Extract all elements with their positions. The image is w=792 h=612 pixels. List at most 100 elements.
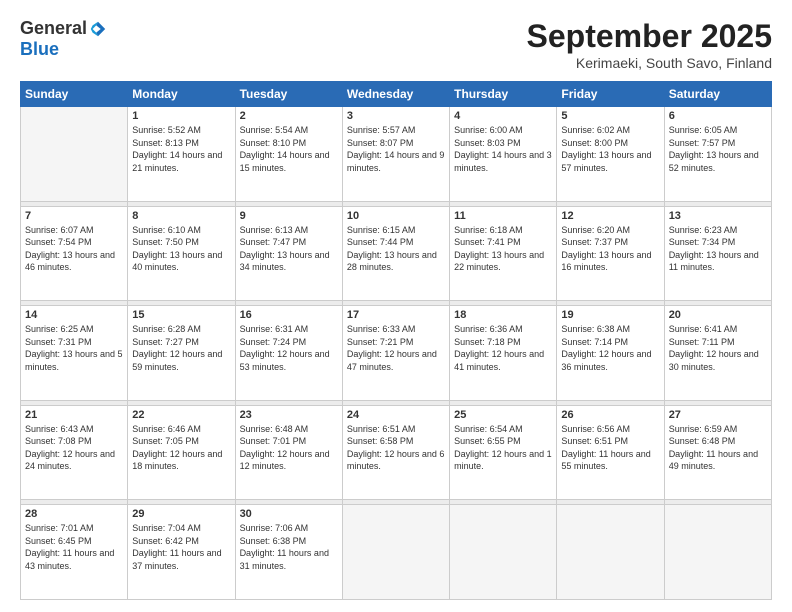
day-cell: 30 Sunrise: 7:06 AMSunset: 6:38 PMDayligh… — [235, 505, 342, 600]
day-cell: 29 Sunrise: 7:04 AMSunset: 6:42 PMDayligh… — [128, 505, 235, 600]
day-number: 6 — [669, 110, 767, 122]
day-info: Sunrise: 5:52 AMSunset: 8:13 PMDaylight:… — [132, 124, 230, 174]
day-info: Sunrise: 6:10 AMSunset: 7:50 PMDaylight:… — [132, 224, 230, 274]
day-info: Sunrise: 6:02 AMSunset: 8:00 PMDaylight:… — [561, 124, 659, 174]
day-cell: 25 Sunrise: 6:54 AMSunset: 6:55 PMDayligh… — [450, 405, 557, 500]
day-cell: 10 Sunrise: 6:15 AMSunset: 7:44 PMDayligh… — [342, 206, 449, 301]
day-cell: 14 Sunrise: 6:25 AMSunset: 7:31 PMDayligh… — [21, 306, 128, 401]
day-info: Sunrise: 5:57 AMSunset: 8:07 PMDaylight:… — [347, 124, 445, 174]
day-cell: 17 Sunrise: 6:33 AMSunset: 7:21 PMDayligh… — [342, 306, 449, 401]
day-info: Sunrise: 6:05 AMSunset: 7:57 PMDaylight:… — [669, 124, 767, 174]
day-cell: 8 Sunrise: 6:10 AMSunset: 7:50 PMDaylight… — [128, 206, 235, 301]
day-cell: 5 Sunrise: 6:02 AMSunset: 8:00 PMDaylight… — [557, 107, 664, 202]
day-number: 13 — [669, 210, 767, 222]
day-info: Sunrise: 6:13 AMSunset: 7:47 PMDaylight:… — [240, 224, 338, 274]
logo-icon — [89, 20, 107, 38]
week-row-1: 7Sunrise: 6:07 AMSunset: 7:54 PMDaylight… — [21, 206, 772, 301]
day-info: Sunrise: 6:46 AMSunset: 7:05 PMDaylight:… — [132, 423, 230, 473]
day-cell: 12 Sunrise: 6:20 AMSunset: 7:37 PMDayligh… — [557, 206, 664, 301]
day-number: 12 — [561, 210, 659, 222]
day-info: Sunrise: 6:00 AMSunset: 8:03 PMDaylight:… — [454, 124, 552, 174]
logo-general: General — [20, 18, 87, 39]
day-number: 28 — [25, 508, 123, 520]
header-saturday: Saturday — [664, 82, 771, 107]
day-info: Sunrise: 6:07 AMSunset: 7:54 PMDaylight:… — [25, 224, 123, 274]
day-cell: 28 Sunrise: 7:01 AMSunset: 6:45 PMDayligh… — [21, 505, 128, 600]
day-info: Sunrise: 6:59 AMSunset: 6:48 PMDaylight:… — [669, 423, 767, 473]
day-cell: 7Sunrise: 6:07 AMSunset: 7:54 PMDaylight… — [21, 206, 128, 301]
day-number: 30 — [240, 508, 338, 520]
day-info: Sunrise: 6:43 AMSunset: 7:08 PMDaylight:… — [25, 423, 123, 473]
header-wednesday: Wednesday — [342, 82, 449, 107]
week-row-0: 1 Sunrise: 5:52 AMSunset: 8:13 PMDaylight… — [21, 107, 772, 202]
day-info: Sunrise: 6:56 AMSunset: 6:51 PMDaylight:… — [561, 423, 659, 473]
weekday-header-row: Sunday Monday Tuesday Wednesday Thursday… — [21, 82, 772, 107]
day-number: 24 — [347, 409, 445, 421]
day-info: Sunrise: 6:41 AMSunset: 7:11 PMDaylight:… — [669, 323, 767, 373]
day-cell: 23Sunrise: 6:48 AMSunset: 7:01 PMDayligh… — [235, 405, 342, 500]
day-number: 27 — [669, 409, 767, 421]
day-info: Sunrise: 6:31 AMSunset: 7:24 PMDaylight:… — [240, 323, 338, 373]
header-thursday: Thursday — [450, 82, 557, 107]
header-friday: Friday — [557, 82, 664, 107]
day-number: 3 — [347, 110, 445, 122]
day-cell: 27 Sunrise: 6:59 AMSunset: 6:48 PMDayligh… — [664, 405, 771, 500]
day-info: Sunrise: 6:48 AMSunset: 7:01 PMDaylight:… — [240, 423, 338, 473]
day-cell: 19 Sunrise: 6:38 AMSunset: 7:14 PMDayligh… — [557, 306, 664, 401]
day-cell — [342, 505, 449, 600]
day-number: 8 — [132, 210, 230, 222]
day-cell: 15Sunrise: 6:28 AMSunset: 7:27 PMDayligh… — [128, 306, 235, 401]
day-number: 17 — [347, 309, 445, 321]
day-info: Sunrise: 6:38 AMSunset: 7:14 PMDaylight:… — [561, 323, 659, 373]
day-number: 19 — [561, 309, 659, 321]
day-info: Sunrise: 6:18 AMSunset: 7:41 PMDaylight:… — [454, 224, 552, 274]
day-cell — [450, 505, 557, 600]
day-cell: 9Sunrise: 6:13 AMSunset: 7:47 PMDaylight… — [235, 206, 342, 301]
header-tuesday: Tuesday — [235, 82, 342, 107]
logo-blue: Blue — [20, 39, 59, 60]
header: General Blue September 2025 Kerimaeki, S… — [20, 18, 772, 71]
day-info: Sunrise: 7:01 AMSunset: 6:45 PMDaylight:… — [25, 522, 123, 572]
day-cell: 3 Sunrise: 5:57 AMSunset: 8:07 PMDaylight… — [342, 107, 449, 202]
header-sunday: Sunday — [21, 82, 128, 107]
day-cell: 24Sunrise: 6:51 AMSunset: 6:58 PMDayligh… — [342, 405, 449, 500]
day-info: Sunrise: 6:15 AMSunset: 7:44 PMDaylight:… — [347, 224, 445, 274]
day-info: Sunrise: 6:33 AMSunset: 7:21 PMDaylight:… — [347, 323, 445, 373]
location: Kerimaeki, South Savo, Finland — [527, 55, 772, 71]
day-number: 4 — [454, 110, 552, 122]
day-info: Sunrise: 7:04 AMSunset: 6:42 PMDaylight:… — [132, 522, 230, 572]
day-number: 1 — [132, 110, 230, 122]
day-number: 5 — [561, 110, 659, 122]
day-number: 16 — [240, 309, 338, 321]
day-cell: 18Sunrise: 6:36 AMSunset: 7:18 PMDayligh… — [450, 306, 557, 401]
day-number: 10 — [347, 210, 445, 222]
day-info: Sunrise: 5:54 AMSunset: 8:10 PMDaylight:… — [240, 124, 338, 174]
day-number: 2 — [240, 110, 338, 122]
week-row-2: 14 Sunrise: 6:25 AMSunset: 7:31 PMDayligh… — [21, 306, 772, 401]
day-number: 20 — [669, 309, 767, 321]
day-number: 25 — [454, 409, 552, 421]
day-number: 14 — [25, 309, 123, 321]
title-block: September 2025 Kerimaeki, South Savo, Fi… — [527, 18, 772, 71]
day-cell: 6 Sunrise: 6:05 AMSunset: 7:57 PMDaylight… — [664, 107, 771, 202]
day-cell: 13 Sunrise: 6:23 AMSunset: 7:34 PMDayligh… — [664, 206, 771, 301]
day-info: Sunrise: 6:20 AMSunset: 7:37 PMDaylight:… — [561, 224, 659, 274]
day-cell: 1 Sunrise: 5:52 AMSunset: 8:13 PMDaylight… — [128, 107, 235, 202]
calendar: Sunday Monday Tuesday Wednesday Thursday… — [20, 81, 772, 600]
day-number: 29 — [132, 508, 230, 520]
day-info: Sunrise: 6:36 AMSunset: 7:18 PMDaylight:… — [454, 323, 552, 373]
day-info: Sunrise: 7:06 AMSunset: 6:38 PMDaylight:… — [240, 522, 338, 572]
week-row-3: 21Sunrise: 6:43 AMSunset: 7:08 PMDayligh… — [21, 405, 772, 500]
day-cell — [557, 505, 664, 600]
day-info: Sunrise: 6:23 AMSunset: 7:34 PMDaylight:… — [669, 224, 767, 274]
day-cell: 4 Sunrise: 6:00 AMSunset: 8:03 PMDaylight… — [450, 107, 557, 202]
day-info: Sunrise: 6:25 AMSunset: 7:31 PMDaylight:… — [25, 323, 123, 373]
day-info: Sunrise: 6:54 AMSunset: 6:55 PMDaylight:… — [454, 423, 552, 473]
day-number: 22 — [132, 409, 230, 421]
day-cell: 20 Sunrise: 6:41 AMSunset: 7:11 PMDayligh… — [664, 306, 771, 401]
day-number: 11 — [454, 210, 552, 222]
day-cell: 21Sunrise: 6:43 AMSunset: 7:08 PMDayligh… — [21, 405, 128, 500]
day-info: Sunrise: 6:28 AMSunset: 7:27 PMDaylight:… — [132, 323, 230, 373]
month-title: September 2025 — [527, 18, 772, 55]
header-monday: Monday — [128, 82, 235, 107]
